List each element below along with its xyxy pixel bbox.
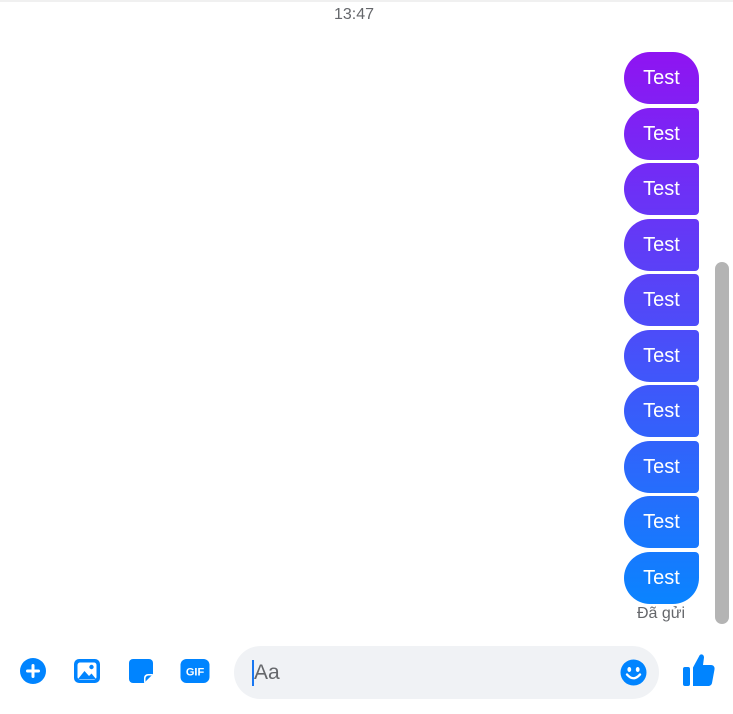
scrollbar-thumb[interactable] (715, 262, 729, 624)
add-circle-icon-graphic (20, 658, 46, 684)
message-input-container[interactable] (234, 646, 659, 699)
message-bubble[interactable]: Test (624, 52, 699, 104)
sticker-icon[interactable] (126, 656, 156, 686)
gif-icon-graphic: GIF (180, 659, 210, 683)
image-icon[interactable] (72, 656, 102, 686)
image-icon-graphic (74, 659, 100, 683)
message-timestamp: 13:47 (333, 6, 375, 23)
message-bubble[interactable]: Test (624, 385, 699, 437)
message-bubble[interactable]: Test (624, 218, 699, 271)
emoji-icon-graphic (620, 659, 647, 686)
gif-icon[interactable]: GIF (180, 656, 210, 686)
message-input[interactable] (250, 656, 609, 690)
message-bubble[interactable]: Test (624, 551, 699, 604)
thumbs-up-icon-graphic (683, 654, 715, 686)
add-circle-icon[interactable] (18, 656, 48, 686)
message-composer: GIF (0, 638, 733, 714)
scrollbar-track[interactable] (714, 0, 732, 640)
sent-status: Đã gửi (636, 605, 685, 622)
message-bubble[interactable]: Test (624, 496, 699, 548)
message-bubble[interactable]: Test (624, 274, 699, 326)
message-bubble[interactable]: Test (624, 107, 699, 160)
gif-label: GIF (186, 667, 205, 679)
message-bubble[interactable]: Test (624, 329, 699, 382)
chat-window: 13:47 Test Test Test Test Test Test Test… (0, 0, 733, 714)
thumbs-up-icon[interactable] (682, 652, 716, 688)
message-bubble[interactable]: Test (624, 163, 699, 215)
top-divider (0, 0, 733, 2)
message-list: Test Test Test Test Test Test Test Test … (619, 52, 699, 607)
sticker-icon-graphic (129, 659, 153, 683)
message-bubble[interactable]: Test (624, 440, 699, 493)
emoji-icon[interactable] (620, 659, 647, 686)
